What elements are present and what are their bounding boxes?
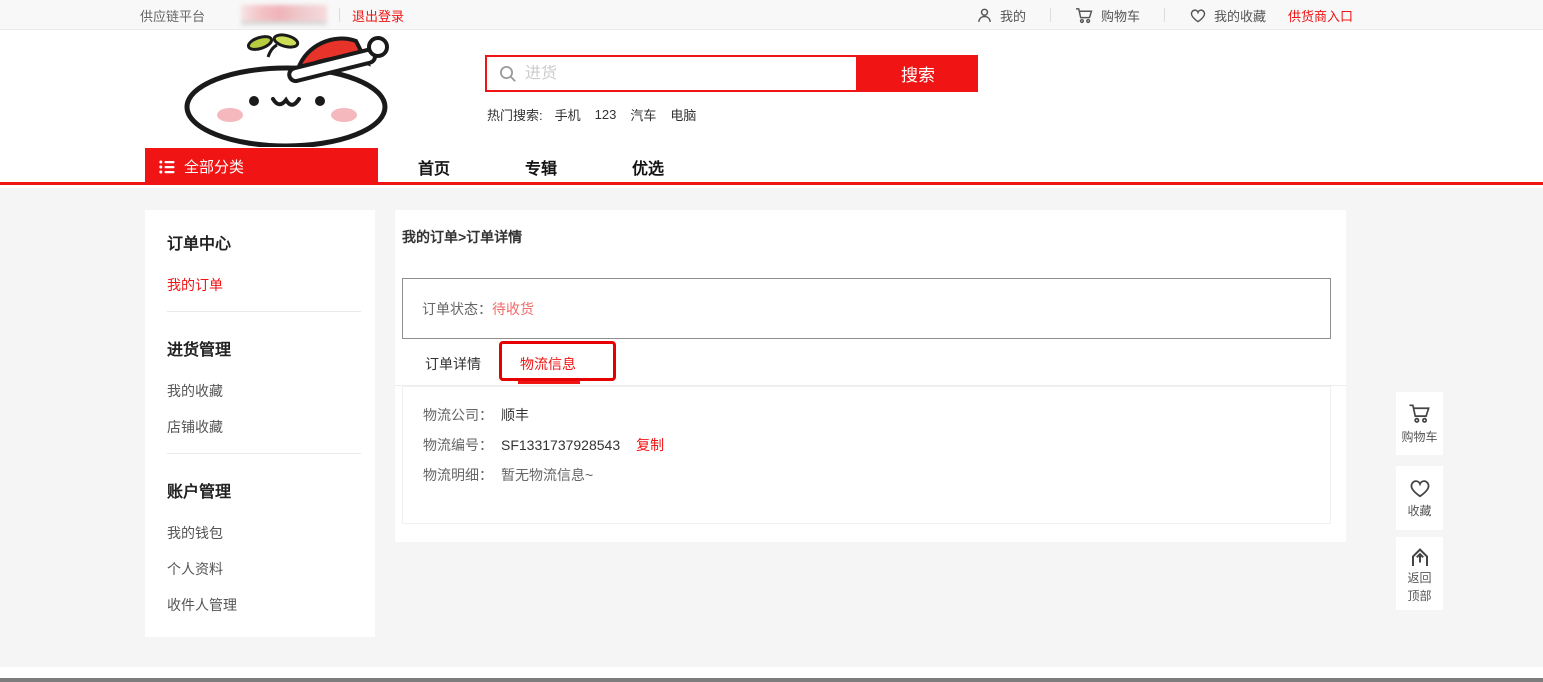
sidebar-item-my-wallet[interactable]: 我的钱包 xyxy=(167,523,375,540)
search-bar: 搜索 xyxy=(485,55,978,92)
all-categories-button[interactable]: 全部分类 xyxy=(145,148,378,185)
cart-icon xyxy=(1408,403,1432,424)
username-redacted xyxy=(241,5,327,25)
hot-keyword[interactable]: 汽车 xyxy=(630,105,656,124)
topbar-my-label: 我的 xyxy=(1000,6,1026,25)
back-to-top-label-1: 返回 xyxy=(1407,571,1431,585)
float-cart-label: 购物车 xyxy=(1401,428,1437,445)
search-icon xyxy=(499,65,517,83)
all-categories-label: 全部分类 xyxy=(184,156,244,177)
back-to-top-button[interactable]: 返回 顶部 xyxy=(1396,537,1443,610)
logistics-number-row: 物流编号： SF1331737928543 复制 xyxy=(423,430,1330,460)
nav-item-preferred[interactable]: 优选 xyxy=(632,155,664,179)
breadcrumb[interactable]: 我的订单>订单详情 xyxy=(402,227,522,247)
logistics-number-label: 物流编号： xyxy=(423,430,493,460)
order-status-box: 订单状态： 待收货 xyxy=(402,278,1331,339)
logistics-detail-label: 物流明细： xyxy=(423,460,493,490)
divider xyxy=(339,8,340,22)
topbar-my[interactable]: 我的 xyxy=(972,6,1030,25)
float-cart-button[interactable]: 购物车 xyxy=(1396,392,1443,455)
order-status-value: 待收货 xyxy=(492,299,534,319)
divider xyxy=(167,311,361,312)
sidebar-item-my-favorites[interactable]: 我的收藏 xyxy=(167,381,375,398)
order-detail-panel: 我的订单>订单详情 订单状态： 待收货 订单详情 物流信息 物流公司： 顺丰 物… xyxy=(395,210,1346,542)
search-button[interactable]: 搜索 xyxy=(858,55,978,92)
tab-order-detail[interactable]: 订单详情 xyxy=(425,354,481,374)
sidebar-item-store-favorites[interactable]: 店铺收藏 xyxy=(167,417,375,434)
float-favorite-label: 收藏 xyxy=(1407,502,1431,519)
order-status-label: 订单状态： xyxy=(422,299,492,319)
logout-link[interactable]: 退出登录 xyxy=(352,6,404,25)
sidebar-section-purchase-mgmt: 进货管理 xyxy=(167,336,375,356)
cart-icon xyxy=(1075,7,1094,24)
page: 供应链平台 退出登录 我的 xyxy=(0,0,1543,682)
logistics-company-value: 顺丰 xyxy=(501,400,529,430)
sidebar-section-account-mgmt: 账户管理 xyxy=(167,478,375,498)
sidebar: 订单中心 我的订单 进货管理 我的收藏 店铺收藏 账户管理 我的钱包 个人资料 … xyxy=(145,210,375,637)
heart-icon xyxy=(1408,477,1432,498)
topbar-left: 供应链平台 退出登录 xyxy=(140,0,404,30)
category-list-icon xyxy=(159,160,175,174)
user-icon xyxy=(976,7,993,24)
logistics-detail-row: 物流明细： 暂无物流信息~ xyxy=(423,460,1330,490)
heart-icon xyxy=(1189,7,1207,23)
search-box[interactable] xyxy=(485,55,858,92)
hot-search: 热门搜索: 手机 123 汽车 电脑 xyxy=(487,105,710,124)
sidebar-section-order-center: 订单中心 xyxy=(167,230,375,250)
logistics-number-value: SF1331737928543 xyxy=(501,430,620,460)
logistics-detail-value: 暂无物流信息~ xyxy=(501,460,593,490)
logistics-content: 物流公司： 顺丰 物流编号： SF1331737928543 复制 物流明细： … xyxy=(402,386,1331,524)
hot-keyword[interactable]: 电脑 xyxy=(670,105,696,124)
bottom-strip xyxy=(0,667,1543,678)
supplier-entry-link[interactable]: 供货商入口 xyxy=(1288,6,1353,25)
detail-tabs: 订单详情 物流信息 xyxy=(395,339,1346,386)
topbar-cart[interactable]: 购物车 xyxy=(1071,6,1144,25)
back-to-top-icon xyxy=(1408,545,1432,567)
logistics-company-label: 物流公司： xyxy=(423,400,493,430)
topbar-right: 我的 购物车 我的收 xyxy=(972,0,1353,30)
sidebar-item-recipient-mgmt[interactable]: 收件人管理 xyxy=(167,595,375,612)
back-to-top-label-2: 顶部 xyxy=(1407,589,1431,603)
tab-logistics-info[interactable]: 物流信息 xyxy=(520,354,576,374)
hot-keyword[interactable]: 手机 xyxy=(555,105,581,124)
logistics-company-row: 物流公司： 顺丰 xyxy=(423,400,1330,430)
topbar-favorites-label: 我的收藏 xyxy=(1214,6,1266,25)
header: 搜索 热门搜索: 手机 123 汽车 电脑 xyxy=(0,30,1543,148)
nav-item-home[interactable]: 首页 xyxy=(418,155,450,179)
copy-button[interactable]: 复制 xyxy=(636,430,664,460)
main-nav: 全部分类 首页 专辑 优选 xyxy=(0,148,1543,185)
topbar: 供应链平台 退出登录 我的 xyxy=(0,0,1543,30)
search-input[interactable] xyxy=(525,65,856,83)
hot-keyword[interactable]: 123 xyxy=(595,107,617,122)
float-favorite-button[interactable]: 收藏 xyxy=(1396,466,1443,530)
sidebar-item-my-orders[interactable]: 我的订单 xyxy=(167,275,375,292)
active-tab-underline xyxy=(518,381,580,384)
topbar-favorites[interactable]: 我的收藏 xyxy=(1185,6,1270,25)
divider xyxy=(1050,8,1051,22)
sidebar-item-profile[interactable]: 个人资料 xyxy=(167,559,375,576)
nav-items: 首页 专辑 优选 xyxy=(418,148,664,185)
platform-name: 供应链平台 xyxy=(140,6,205,25)
site-logo[interactable] xyxy=(168,31,416,147)
nav-item-albums[interactable]: 专辑 xyxy=(525,155,557,179)
divider xyxy=(167,453,361,454)
topbar-cart-label: 购物车 xyxy=(1101,6,1140,25)
divider xyxy=(1164,8,1165,22)
hot-search-label: 热门搜索: xyxy=(487,105,543,124)
window-bottom-edge xyxy=(0,678,1543,682)
